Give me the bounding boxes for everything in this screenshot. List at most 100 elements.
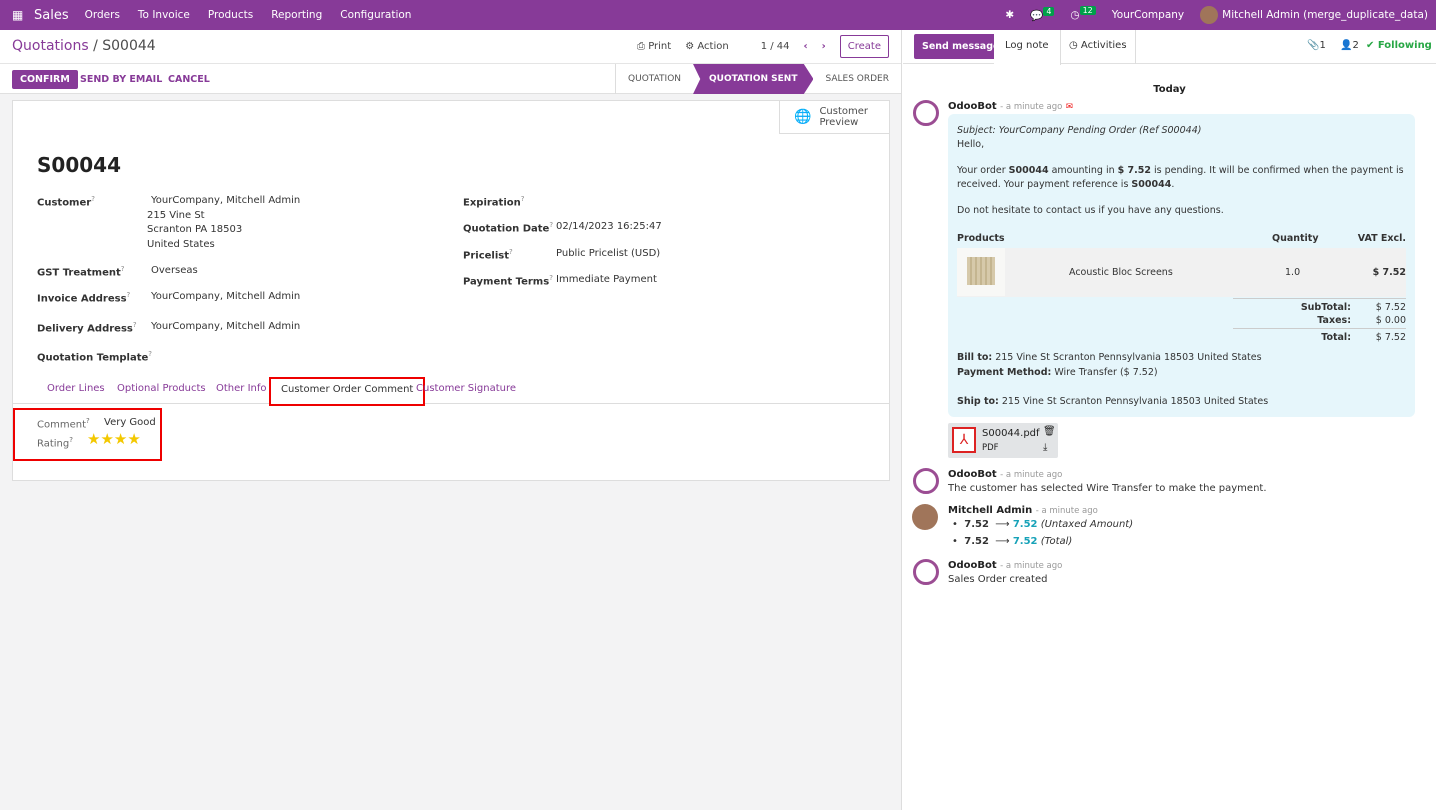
trash-icon[interactable]: 🗑: [1043, 426, 1056, 437]
tab-other-info[interactable]: Other Info: [216, 383, 267, 394]
attachments-button[interactable]: 📎1: [1307, 40, 1326, 51]
odoobot-avatar: [913, 100, 939, 126]
odoobot-avatar: [913, 468, 939, 494]
tab-customer-signature[interactable]: Customer Signature: [416, 383, 516, 394]
followers-count: 2: [1352, 40, 1359, 51]
total-label: Total:: [1321, 332, 1351, 343]
record-name: S00044: [37, 153, 121, 177]
messages-button[interactable]: 💬 4: [1030, 6, 1055, 22]
comment-rating-section: Comment? Very Good Rating? ★★★★: [13, 408, 162, 461]
tab-customer-order-comment[interactable]: Customer Order Comment: [269, 377, 426, 406]
apps-menu-icon[interactable]: ▦: [12, 8, 24, 22]
taxes-label: Taxes:: [1317, 315, 1351, 326]
debug-icon[interactable]: ✱: [1005, 9, 1014, 21]
activities-button[interactable]: ◷ 12: [1070, 6, 1096, 21]
tab-order-lines[interactable]: Order Lines: [47, 383, 105, 394]
breadcrumb-current: S00044: [102, 38, 156, 54]
print-button[interactable]: ⎙ Print: [637, 41, 671, 52]
product-name: Acoustic Bloc Screens: [1069, 267, 1173, 278]
top-navbar: ▦ Sales Orders To Invoice Products Repor…: [0, 0, 1436, 30]
customer-value: YourCompany, Mitchell Admin: [151, 195, 301, 206]
col-vat-excl: VAT Excl.: [1357, 233, 1406, 244]
star-icon[interactable]: ★: [100, 430, 113, 448]
pager-prev-icon[interactable]: ‹: [804, 41, 808, 52]
control-panel: Quotations / S00044 ⎙ Print ⚙ Action 1 /…: [0, 30, 901, 64]
email-paragraph-2: Do not hesitate to contact us if you hav…: [957, 205, 1224, 216]
clock-icon: ◷: [1069, 40, 1078, 51]
user-menu[interactable]: Mitchell Admin (merge_duplicate_data): [1200, 6, 1428, 24]
star-icon[interactable]: ★: [87, 430, 100, 448]
customer-field[interactable]: YourCompany, Mitchell Admin 215 Vine St Sc…: [147, 194, 300, 252]
customer-label: Customer: [37, 197, 92, 209]
print-label: Print: [648, 41, 672, 52]
print-icon: ⎙: [637, 41, 645, 52]
stage-sales-order[interactable]: SALES ORDER: [813, 64, 901, 94]
product-row: Acoustic Bloc Screens 1.0 $ 7.52: [957, 248, 1406, 297]
address-line2: Scranton PA 18503: [147, 224, 243, 235]
invoice-address-field[interactable]: YourCompany, Mitchell Admin: [151, 290, 300, 305]
customer-preview-button[interactable]: 🌐 Customer Preview: [779, 101, 889, 134]
gst-label: GST Treatment: [37, 267, 121, 279]
clock-icon: ◷: [1070, 9, 1080, 21]
pricelist-field[interactable]: Public Pricelist (USD): [556, 247, 660, 262]
comment-field[interactable]: Very Good: [104, 417, 156, 428]
action-label: Action: [697, 41, 729, 52]
gear-icon: ⚙: [685, 41, 695, 52]
stage-quotation[interactable]: QUOTATION: [616, 64, 693, 94]
action-button[interactable]: ⚙ Action: [685, 41, 728, 52]
message-author: OdooBot: [948, 101, 997, 112]
delivery-address-field[interactable]: YourCompany, Mitchell Admin: [151, 320, 300, 335]
rating-label: Rating: [37, 438, 70, 450]
menu-products[interactable]: Products: [208, 9, 253, 21]
col-quantity: Quantity: [1272, 233, 1319, 244]
tab-optional-products[interactable]: Optional Products: [117, 383, 206, 394]
user-icon: 👤: [1340, 40, 1353, 51]
menu-orders[interactable]: Orders: [85, 9, 120, 21]
pager-value[interactable]: 1 / 44: [761, 41, 790, 52]
confirm-button[interactable]: CONFIRM: [12, 70, 78, 89]
log-note-button[interactable]: Log note: [994, 30, 1061, 65]
message-author: OdooBot: [948, 469, 997, 480]
followers-button[interactable]: 👤2: [1340, 40, 1359, 51]
product-price: $ 7.52: [1372, 267, 1406, 278]
activities-badge: 12: [1079, 6, 1096, 15]
payment-method-label: Payment Method:: [957, 367, 1052, 378]
message-time: - a minute ago: [1035, 506, 1098, 516]
email-message-body: Subject: YourCompany Pending Order (Ref …: [948, 114, 1415, 417]
envelope-icon[interactable]: ✉: [1066, 102, 1073, 112]
email-subject: Subject: YourCompany Pending Order (Ref …: [957, 125, 1202, 136]
pager-next-icon[interactable]: ›: [822, 41, 826, 52]
send-by-email-button[interactable]: SEND BY EMAIL: [72, 70, 170, 89]
cancel-button[interactable]: CANCEL: [160, 70, 218, 89]
message-author: OdooBot: [948, 560, 997, 571]
total-value: $ 7.52: [1375, 332, 1406, 343]
attachment-card[interactable]: ⅄ S00044.pdf PDF 🗑 ⤓: [948, 423, 1058, 458]
company-switcher[interactable]: YourCompany: [1112, 9, 1184, 21]
following-button[interactable]: ✔ Following: [1366, 40, 1432, 51]
ship-to-label: Ship to:: [957, 396, 999, 407]
mitchell-avatar: [912, 504, 938, 530]
payment-terms-field[interactable]: Immediate Payment: [556, 273, 657, 288]
create-button[interactable]: Create: [839, 35, 889, 58]
rating-stars[interactable]: ★★★★: [87, 430, 141, 448]
customer-preview-label: Customer Preview: [819, 106, 869, 128]
breadcrumb-separator: /: [93, 38, 98, 54]
subtotal-value: $ 7.52: [1375, 302, 1406, 313]
star-icon[interactable]: ★: [127, 430, 140, 448]
invoice-address-label: Invoice Address: [37, 293, 127, 305]
comment-label: Comment: [37, 419, 86, 431]
menu-to-invoice[interactable]: To Invoice: [138, 9, 190, 21]
menu-reporting[interactable]: Reporting: [271, 9, 322, 21]
stage-quotation-sent[interactable]: QUOTATION SENT: [693, 64, 814, 94]
app-name[interactable]: Sales: [34, 8, 69, 23]
tracking-change: • 7.52 ⟶ 7.52 (Total): [952, 536, 1073, 547]
email-paragraph: Your order S00044 amounting in $ 7.52 is…: [957, 165, 1404, 190]
quotation-date-field[interactable]: 02/14/2023 16:25:47: [556, 220, 662, 235]
download-icon[interactable]: ⤓: [1043, 442, 1047, 453]
activities-button[interactable]: ◷ Activities: [1069, 40, 1127, 51]
menu-configuration[interactable]: Configuration: [340, 9, 411, 21]
bill-to-value: 215 Vine St Scranton Pennsylvania 18503 …: [995, 352, 1262, 363]
gst-field[interactable]: Overseas: [151, 264, 198, 279]
breadcrumb-quotations[interactable]: Quotations: [12, 38, 89, 54]
star-icon[interactable]: ★: [114, 430, 127, 448]
